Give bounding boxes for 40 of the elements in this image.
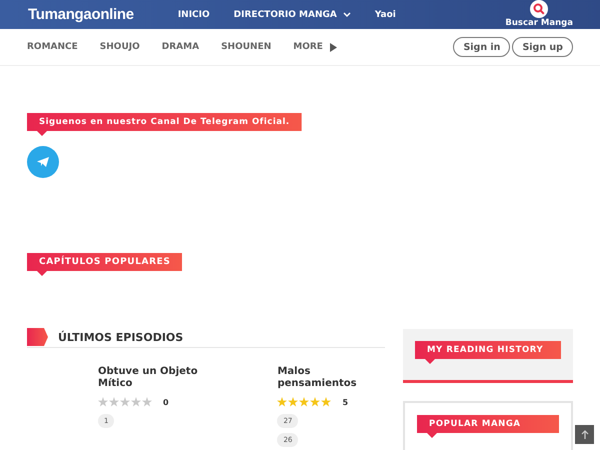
star-icon (120, 397, 130, 407)
section-flag-icon (27, 328, 48, 346)
star-icon (288, 397, 298, 407)
widget-title: MY READING HISTORY (415, 341, 561, 364)
genre-link[interactable]: ROMANCE (27, 42, 78, 52)
caret-right-icon (330, 42, 337, 52)
nav-link[interactable]: DIRECTORIO MANGA (234, 10, 351, 20)
search-icon (533, 3, 546, 15)
genre-link[interactable]: MORE (293, 42, 337, 52)
section-label: Siguenos en nuestro Canal De Telegram Oficial. (27, 113, 302, 136)
widget-title: POPULAR MANGA (417, 415, 559, 438)
rating-value: 5 (341, 398, 348, 406)
nav-link[interactable]: Yaoi (374, 10, 396, 20)
scroll-top-button[interactable] (575, 425, 594, 444)
star-icon (321, 397, 332, 407)
chevron-down-icon (342, 12, 351, 18)
star-icon (142, 397, 152, 407)
section-title: ÚLTIMOS EPISODIOS (58, 330, 184, 344)
genre-link[interactable]: DRAMA (162, 42, 200, 52)
star-icon (109, 397, 119, 407)
star-icon (310, 397, 320, 407)
rating-value: 0 (162, 398, 169, 406)
telegram-button[interactable] (27, 146, 59, 178)
star-icon (277, 397, 288, 407)
star-icon (131, 397, 141, 407)
genre-link[interactable]: SHOUNEN (221, 42, 272, 52)
site-logo[interactable]: Tumangaonline (28, 6, 134, 23)
nav-link[interactable]: INICIO (178, 10, 210, 20)
auth-button[interactable]: Sign in (453, 37, 510, 57)
search-label[interactable]: Buscar Manga (505, 18, 573, 28)
manga-title[interactable]: Malos pensamientos (277, 366, 382, 390)
auth-button[interactable]: Sign up (512, 37, 573, 57)
arrow-up-icon (580, 430, 588, 439)
star-icon (98, 397, 108, 407)
section-label: CAPÍTULOS POPULARES (27, 253, 182, 276)
manga-title[interactable]: Obtuve un Objeto Mítico (98, 366, 203, 390)
search-button[interactable] (530, 0, 548, 18)
genre-link[interactable]: SHOUJO (100, 42, 140, 52)
paper-plane-icon (37, 157, 49, 167)
star-icon (299, 397, 310, 407)
